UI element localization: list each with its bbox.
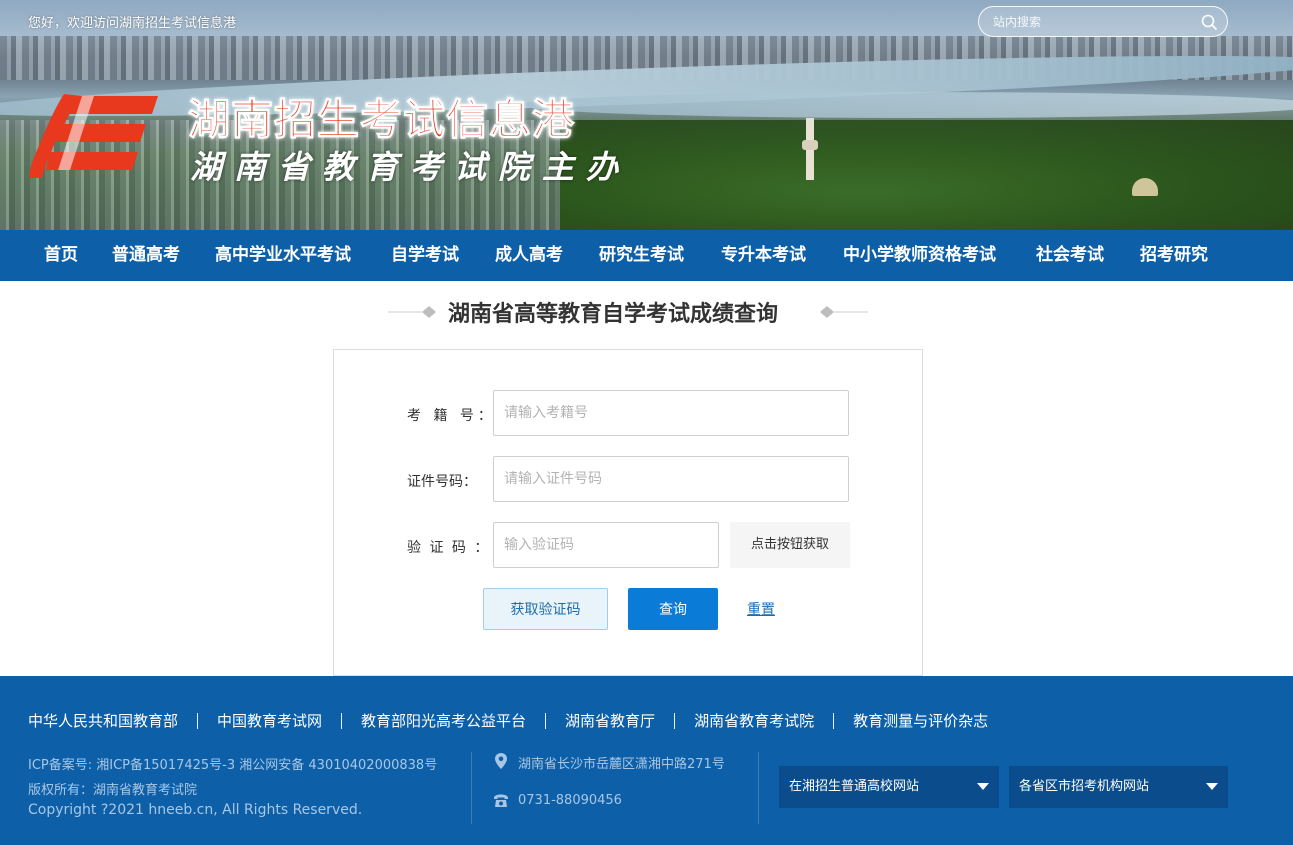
footer-link-journal[interactable]: 教育测量与评价杂志: [853, 710, 988, 731]
footer-divider-2: [758, 752, 759, 824]
phone-text: 0731-88090456: [518, 793, 622, 808]
nav-item-graduate[interactable]: 研究生考试: [599, 230, 684, 281]
captcha-image-button[interactable]: 点击按钮获取: [730, 522, 850, 568]
address-text: 湖南省长沙市岳麓区潇湘中路271号: [518, 757, 725, 772]
nav-item-self-study[interactable]: 自学考试: [391, 230, 459, 281]
id-number-label: 证件号码：: [407, 474, 477, 490]
footer-links: 中华人民共和国教育部 中国教育考试网 教育部阳光高考公益平台 湖南省教育厅 湖南省教育考…: [28, 710, 988, 730]
exam-id-input[interactable]: [493, 390, 849, 436]
copyright-owner: 版权所有：湖南省教育考试院: [28, 783, 198, 798]
nav-item-adult-exam[interactable]: 成人高考: [495, 230, 563, 281]
page-title: 湖南省高等教育自学考试成绩查询: [448, 302, 779, 327]
footer-link-hunan-exam[interactable]: 湖南省教育考试院: [694, 710, 814, 731]
search-input[interactable]: [993, 13, 1193, 31]
search-icon[interactable]: [1201, 14, 1217, 30]
site-title: 湖南招生考试信息港: [187, 95, 576, 145]
site-subtitle: 湖南省教育考试院主办: [190, 148, 631, 186]
footer-link-neea[interactable]: 中国教育考试网: [217, 710, 322, 731]
universities-select[interactable]: 在湘招生普通高校网站: [779, 766, 999, 808]
title-ornament-left-icon: [388, 306, 436, 318]
get-code-button[interactable]: 获取验证码: [483, 588, 608, 630]
footer-divider-1: [471, 752, 472, 824]
nav-item-social-exam[interactable]: 社会考试: [1036, 230, 1104, 281]
provinces-select-label: 各省区市招考机构网站: [1019, 779, 1150, 794]
query-button[interactable]: 查询: [628, 588, 718, 630]
site-logo-icon[interactable]: [24, 88, 160, 184]
search-box[interactable]: [978, 6, 1228, 37]
nav-item-teacher-cert[interactable]: 中小学教师资格考试: [843, 230, 996, 281]
location-pin-icon: [495, 753, 507, 769]
footer-link-moe[interactable]: 中华人民共和国教育部: [28, 710, 178, 731]
main-nav: 首页 普通高考 高中学业水平考试 自学考试 成人高考 研究生考试 专升本考试 中…: [0, 230, 1293, 281]
banner-forest: [560, 120, 1293, 230]
captcha-label: 验 证 码 ：: [407, 540, 491, 556]
header-banner: 您好，欢迎访问湖南招生考试信息港 湖南招生考试信息港 湖南省教育考试院主办: [0, 0, 1293, 230]
copyright-text: Copyright ?2021 hneeb.cn, All Rights Res…: [28, 802, 363, 818]
page-title-area: 湖南省高等教育自学考试成绩查询: [0, 292, 1293, 332]
footer-link-hunan-edu[interactable]: 湖南省教育厅: [565, 710, 655, 731]
captcha-input[interactable]: [493, 522, 719, 568]
banner-tv-tower: [802, 118, 818, 180]
nav-item-academic-level[interactable]: 高中学业水平考试: [215, 230, 351, 281]
reset-link[interactable]: 重置: [747, 599, 775, 619]
id-number-input[interactable]: [493, 456, 849, 502]
nav-item-home[interactable]: 首页: [44, 230, 78, 281]
phone-icon: [494, 794, 508, 807]
universities-select-label: 在湘招生普通高校网站: [789, 779, 920, 794]
icp-info: ICP备案号: 湘ICP备15017425号-3 湘公网安备 430104020…: [28, 758, 438, 773]
title-ornament-right-icon: [820, 306, 868, 318]
nav-item-gaokao[interactable]: 普通高考: [112, 230, 180, 281]
footer-link-gaokao-platform[interactable]: 教育部阳光高考公益平台: [361, 710, 526, 731]
exam-id-label: 考 籍 号：: [407, 408, 496, 424]
footer-divider: [197, 712, 199, 729]
nav-item-research[interactable]: 招考研究: [1140, 230, 1208, 281]
score-query-form: 考 籍 号： 证件号码： 验 证 码 ： 点击按钮获取 获取验证码 查询 重置: [333, 349, 923, 676]
welcome-text: 您好，欢迎访问湖南招生考试信息港: [28, 16, 237, 31]
provinces-select[interactable]: 各省区市招考机构网站: [1009, 766, 1228, 808]
chevron-down-icon: [977, 783, 989, 790]
nav-item-upgrade[interactable]: 专升本考试: [721, 230, 806, 281]
chevron-down-icon: [1206, 783, 1218, 790]
